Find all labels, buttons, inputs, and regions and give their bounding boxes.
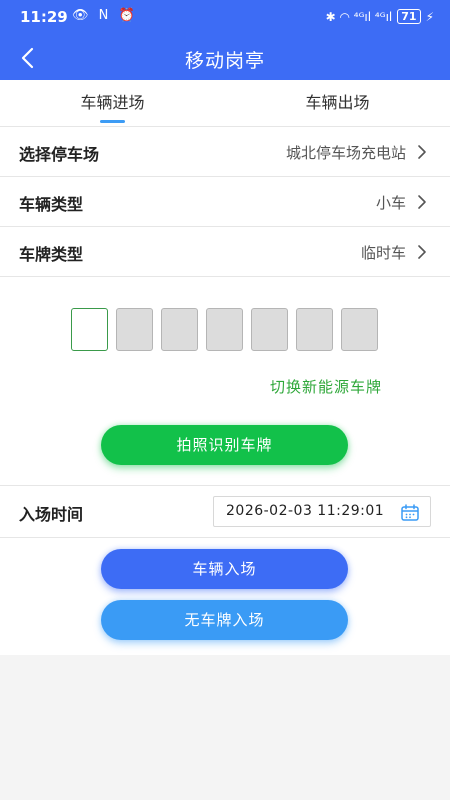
nav-bar: 移动岗亭 (0, 36, 450, 80)
signal-icons: ✱ ◠ ⁴ᴳıl ⁴ᴳıl (325, 9, 393, 24)
form-panel: 车辆进场 车辆出场 选择停车场 城北停车场充电站 车辆类型 小车 车牌类型 临时… (0, 80, 450, 655)
parking-lot-row[interactable]: 选择停车场 城北停车场充电站 (0, 127, 450, 177)
photo-recognize-button[interactable]: 拍照识别车牌 (101, 425, 348, 465)
calendar-icon (401, 504, 419, 521)
divider (0, 485, 450, 486)
vehicle-entry-button[interactable]: 车辆入场 (101, 549, 348, 589)
vehicle-type-value: 小车 (375, 194, 406, 212)
plate-char-box-1[interactable] (71, 308, 108, 351)
battery-icon: 71 (397, 9, 421, 24)
plate-char-box-5[interactable] (251, 308, 288, 351)
divider (0, 537, 450, 538)
plate-char-box-3[interactable] (161, 308, 198, 351)
plate-char-box-7[interactable] (341, 308, 378, 351)
charging-icon: ⚡ (425, 9, 434, 24)
switch-new-energy-plate-link[interactable]: 切换新能源车牌 (270, 376, 382, 397)
tab-vehicle-exit[interactable]: 车辆出场 (225, 80, 450, 127)
entry-time-value: 2026-02-03 11:29:01 (226, 503, 385, 519)
plate-char-box-6[interactable] (296, 308, 333, 351)
status-right-icons: ✱ ◠ ⁴ᴳıl ⁴ᴳıl 71 ⚡ (326, 9, 434, 24)
top-bar: 11:29 👁 N ⏰ ✱ ◠ ⁴ᴳıl ⁴ᴳıl 71 ⚡ 移动岗亭 (0, 0, 450, 80)
chevron-right-icon (418, 145, 426, 159)
plate-type-value: 临时车 (360, 244, 406, 262)
status-time: 11:29 (20, 8, 68, 26)
status-bar: 11:29 👁 N ⏰ ✱ ◠ ⁴ᴳıl ⁴ᴳıl 71 ⚡ (0, 0, 450, 36)
tab-bar: 车辆进场 车辆出场 (0, 80, 450, 127)
vehicle-type-label: 车辆类型 (19, 195, 84, 214)
plate-type-label: 车牌类型 (19, 245, 84, 264)
entry-time-picker[interactable]: 2026-02-03 11:29:01 (213, 496, 431, 527)
chevron-right-icon (418, 245, 426, 259)
chevron-right-icon (418, 195, 426, 209)
plate-char-box-4[interactable] (206, 308, 243, 351)
no-plate-entry-button[interactable]: 无车牌入场 (101, 600, 348, 640)
parking-lot-label: 选择停车场 (19, 145, 100, 164)
entry-time-label: 入场时间 (19, 505, 84, 524)
plate-char-box-2[interactable] (116, 308, 153, 351)
tab-indicator (100, 120, 125, 123)
status-left-icons: 👁 N ⏰ (72, 8, 138, 23)
parking-lot-value: 城北停车场充电站 (285, 144, 406, 162)
page-title: 移动岗亭 (184, 50, 265, 72)
plate-type-row[interactable]: 车牌类型 临时车 (0, 227, 450, 277)
vehicle-type-row[interactable]: 车辆类型 小车 (0, 177, 450, 227)
